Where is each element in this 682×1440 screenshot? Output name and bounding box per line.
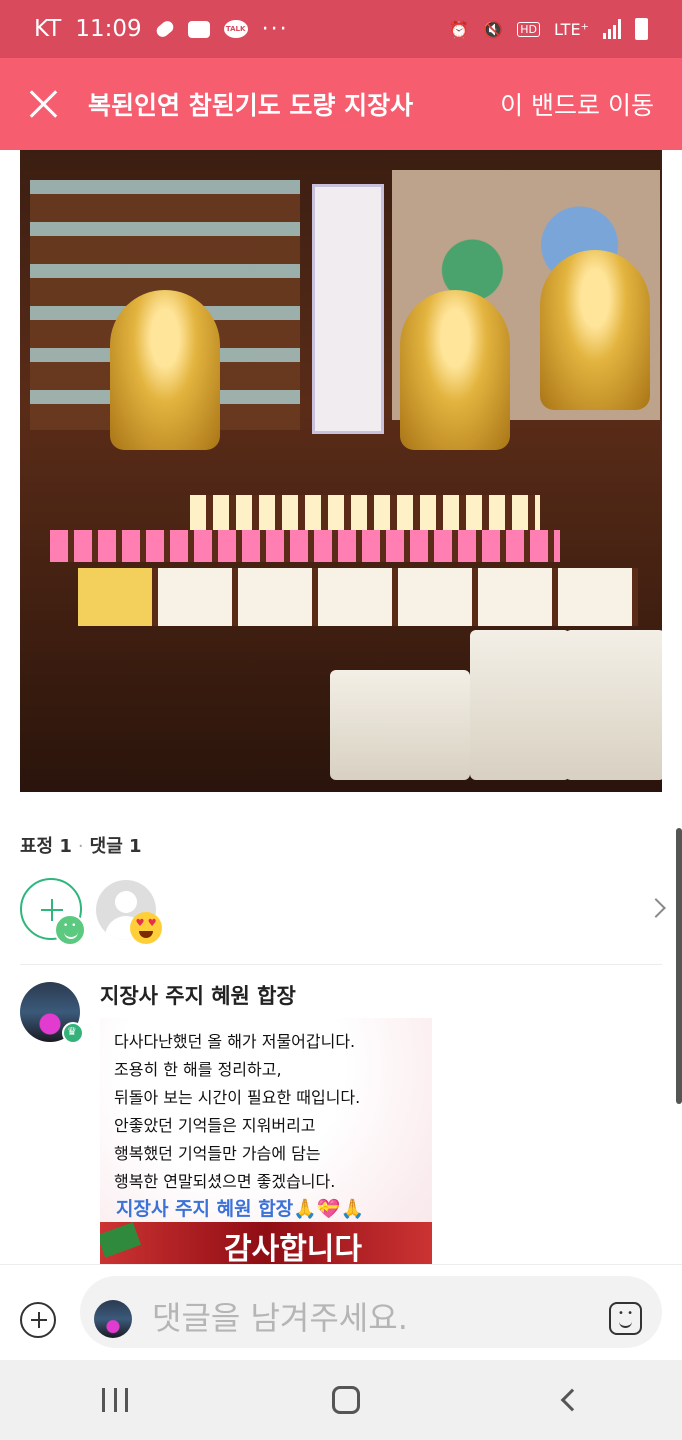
band-title: 복된인연 참된기도 도량 지장사: [88, 91, 414, 120]
carrier-label: KT: [34, 16, 62, 42]
card-line: 다사다난했던 올 해가 저물어갑니다.: [114, 1032, 356, 1051]
photo-sign: [78, 568, 152, 626]
comment-image-card[interactable]: 다사다난했던 올 해가 저물어갑니다. 조용히 한 해를 정리하고, 뒤돌아 보…: [100, 1018, 432, 1264]
mute-icon: 🔇: [483, 19, 504, 39]
card-line: 행복한 연말되셨으면 좋겠습니다.: [114, 1172, 336, 1191]
message-icon: [187, 20, 210, 38]
battery-icon: [635, 18, 648, 40]
card-line: 안좋았던 기억들은 지워버리고: [114, 1116, 316, 1135]
scrollbar[interactable]: [676, 828, 682, 1104]
photo-rice-bag: [470, 630, 570, 780]
more-notifications-icon: ···: [261, 16, 289, 42]
smile-icon: [54, 914, 86, 946]
card-thanks-text: 감사합니다: [224, 1232, 362, 1264]
post-stats: 표정 1 · 댓글 1: [20, 832, 142, 858]
card-line: 뒤돌아 보는 시간이 필요한 때입니다.: [114, 1088, 361, 1107]
chevron-right-icon[interactable]: [646, 898, 666, 918]
recent-apps-icon[interactable]: [102, 1388, 128, 1412]
post-photo[interactable]: [20, 150, 662, 792]
home-icon[interactable]: [332, 1386, 360, 1414]
comments-count[interactable]: 댓글 1: [90, 836, 142, 857]
attach-plus-icon[interactable]: [20, 1302, 56, 1338]
pill-icon: [153, 18, 176, 40]
reactions-count[interactable]: 표정 1: [20, 836, 72, 857]
alarm-icon: ⏰: [449, 19, 470, 39]
divider: [20, 964, 662, 965]
app-header: 복된인연 참된기도 도량 지장사 이 밴드로 이동: [0, 58, 682, 150]
photo-lanterns: [50, 530, 560, 562]
separator-dot: ·: [77, 836, 84, 857]
crown-icon: [62, 1022, 84, 1044]
emoji-icon[interactable]: [609, 1302, 642, 1335]
buddha-statue: [400, 290, 510, 450]
back-icon[interactable]: [560, 1388, 584, 1412]
photo-banner: [312, 184, 384, 434]
card-line: 행복했던 기억들만 가슴에 담는: [114, 1144, 321, 1163]
hd-voice-icon: HD: [517, 21, 540, 37]
signal-icon: [603, 19, 621, 39]
heart-eyes-emoji-icon: ♥ ♥: [130, 912, 162, 944]
comment-input-placeholder[interactable]: 댓글을 남겨주세요.: [152, 1293, 408, 1339]
card-text: 다사다난했던 올 해가 저물어갑니다. 조용히 한 해를 정리하고, 뒤돌아 보…: [114, 1028, 360, 1196]
clock: 11:09: [75, 16, 142, 42]
photo-rice-bag: [565, 630, 662, 780]
photo-rice-bag: [330, 670, 470, 780]
close-icon[interactable]: [28, 89, 58, 119]
card-line: 조용히 한 해를 정리하고,: [114, 1060, 282, 1079]
system-nav-bar: [0, 1360, 682, 1440]
go-to-band-button[interactable]: 이 밴드로 이동: [500, 86, 654, 122]
comment-author-name[interactable]: 지장사 주지 혜원 합장: [100, 980, 296, 1010]
buddha-statue: [110, 290, 220, 450]
status-bar: KT 11:09 TALK ··· ⏰ 🔇 HD LTE⁺: [0, 0, 682, 58]
card-signature: 지장사 주지 혜원 합장🙏💝🙏: [116, 1198, 365, 1220]
my-avatar: [94, 1300, 132, 1338]
buddha-statue: [540, 250, 650, 410]
kakaotalk-icon: TALK: [223, 20, 248, 38]
photo-signs: [78, 568, 638, 626]
network-label: LTE⁺: [553, 19, 589, 39]
